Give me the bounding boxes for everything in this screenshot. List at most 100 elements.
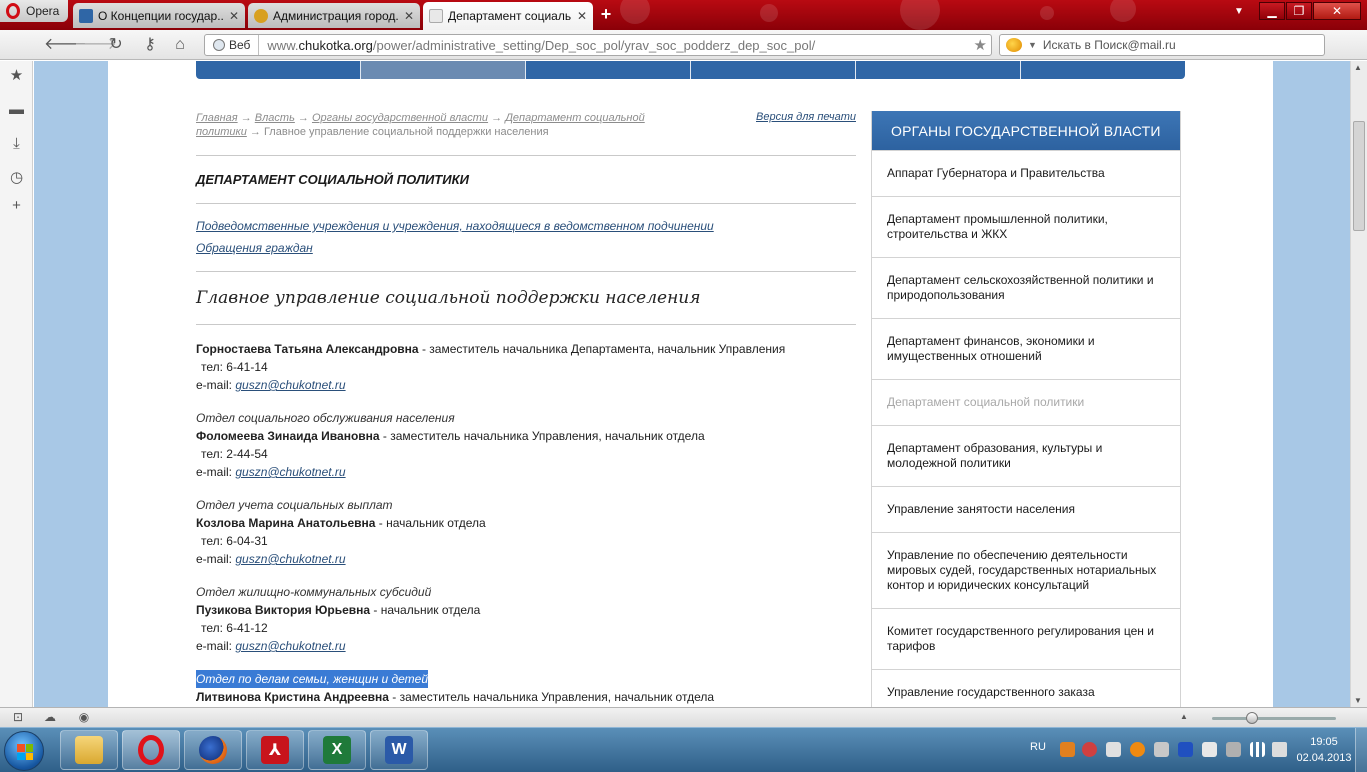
panel-toggle-icon[interactable]: ⊡ [10, 710, 26, 724]
action-center-flag-icon[interactable] [1202, 742, 1217, 757]
language-indicator[interactable]: RU [1030, 741, 1046, 753]
contact-email-link[interactable]: guszn@chukotnet.ru [235, 378, 345, 392]
add-panel-icon[interactable]: + [8, 197, 25, 214]
opera-menu-button[interactable]: Opera [0, 0, 68, 22]
sidebar-item[interactable]: Департамент финансов, экономики и имущес… [872, 318, 1180, 379]
safely-remove-icon[interactable] [1226, 742, 1241, 757]
breadcrumb-link[interactable]: Главная [196, 112, 238, 124]
scrollbar-thumb[interactable] [1353, 121, 1365, 231]
sidebar-item[interactable]: Департамент сельскохозяйственной политик… [872, 257, 1180, 318]
contact-name: Фоломеева Зинаида Ивановна [196, 429, 380, 443]
tab-favicon-icon [254, 8, 268, 23]
maximize-button[interactable]: ❐ [1286, 2, 1312, 20]
breadcrumb-separator: → [297, 112, 309, 124]
top-nav-item[interactable] [361, 61, 526, 79]
citizen-appeals-link[interactable]: Обращения граждан [196, 241, 313, 255]
tab-close-icon[interactable]: ✕ [577, 9, 587, 23]
site-info-badge[interactable]: Веб [205, 35, 260, 55]
sidebar-item[interactable]: Департамент образования, культуры и моло… [872, 425, 1180, 486]
history-clock-icon[interactable]: ◷ [8, 169, 25, 186]
top-nav-item[interactable] [856, 61, 1021, 79]
contact-phone: тел: 2-44-54 [201, 447, 268, 461]
search-input[interactable]: ▼ Искать в Поиск@mail.ru [999, 34, 1325, 56]
subordinate-institutions-link[interactable]: Подведомственные учреждения и учреждения… [196, 219, 714, 233]
taskbar-firefox-button[interactable] [184, 730, 242, 770]
top-nav-item[interactable] [1021, 61, 1185, 79]
clock[interactable]: 19:05 02.04.2013 [1294, 734, 1354, 766]
sidebar-item[interactable]: Управление по обеспечению деятельности м… [872, 532, 1180, 608]
department-unit-name-selected: Отдел по делам семьи, женщин и детей [196, 670, 429, 688]
taskbar-opera-button[interactable] [122, 730, 180, 770]
network-signal-icon[interactable] [1250, 742, 1265, 757]
taskbar-word-button[interactable]: W [370, 730, 428, 770]
sidebar-item[interactable]: Департамент промышленной политики, строи… [872, 196, 1180, 257]
turbo-icon[interactable]: ◉ [76, 710, 92, 724]
minimize-button[interactable]: ▁ [1259, 2, 1285, 20]
volume-icon[interactable] [1272, 742, 1287, 757]
downloads-icon[interactable]: ⤓ [8, 135, 25, 152]
divider [196, 271, 856, 272]
breadcrumb-link[interactable]: Органы государственной власти [312, 112, 488, 124]
close-window-button[interactable]: ✕ [1313, 2, 1361, 20]
opera-icon [138, 735, 164, 765]
start-button[interactable] [4, 731, 44, 771]
home-icon[interactable]: ⌂ [170, 36, 190, 54]
tray-app-icon[interactable] [1060, 742, 1075, 757]
top-nav-item[interactable] [196, 61, 361, 79]
opera-unite-cloud-icon[interactable]: ☁ [42, 710, 58, 724]
taskbar-explorer-button[interactable] [60, 730, 118, 770]
reload-icon[interactable]: ↻ [106, 36, 126, 54]
forward-icon[interactable]: 🡒 [74, 36, 117, 54]
acrobat-icon: ⅄ [261, 736, 289, 764]
bookmarks-star-icon[interactable]: ★ [8, 67, 25, 84]
sidebar-item[interactable]: Управление занятости населения [872, 486, 1180, 532]
vertical-scrollbar[interactable]: ▲ ▼ [1350, 61, 1367, 707]
address-bar[interactable]: Веб www.chukotka.org/power/administrativ… [204, 34, 992, 56]
tray-app-icon[interactable] [1082, 742, 1097, 757]
top-nav-item[interactable] [526, 61, 691, 79]
tray-app-icon[interactable] [1130, 742, 1145, 757]
site-info-label: Веб [229, 38, 251, 52]
tab-close-icon[interactable]: ✕ [229, 9, 239, 23]
show-desktop-button[interactable] [1355, 728, 1367, 772]
tray-app-icon[interactable] [1154, 742, 1169, 757]
divider [196, 155, 856, 156]
tab-list-chevron-icon[interactable]: ▼ [1234, 6, 1244, 17]
explorer-icon [75, 736, 103, 764]
tab-administration[interactable]: Администрация город... ✕ [248, 3, 420, 28]
scroll-up-icon[interactable]: ▲ [1180, 712, 1188, 721]
breadcrumb-current: Главное управление социальной поддержки … [263, 126, 549, 138]
sidebar-item[interactable]: Комитет государственного регулирования ц… [872, 608, 1180, 669]
zoom-slider-knob[interactable] [1246, 712, 1258, 724]
windows-taskbar: ⅄ X W RU 19:05 02.04.2013 [0, 727, 1367, 772]
search-engine-icon[interactable] [1006, 38, 1022, 52]
bluetooth-icon[interactable] [1178, 742, 1193, 757]
chevron-down-icon[interactable]: ▼ [1028, 40, 1037, 50]
print-version-link[interactable]: Версия для печати [756, 111, 856, 123]
tab-close-icon[interactable]: ✕ [404, 9, 414, 23]
tab-concept[interactable]: О Концепции государ... ✕ [73, 3, 245, 28]
tab-social-department[interactable]: Департамент социаль... ✕ [423, 2, 593, 30]
tray-app-icon[interactable] [1106, 742, 1121, 757]
scroll-down-icon[interactable]: ▼ [1354, 696, 1364, 705]
key-icon[interactable]: ⚷ [138, 36, 162, 54]
taskbar-acrobat-button[interactable]: ⅄ [246, 730, 304, 770]
sidebar-item[interactable]: Управление государственного заказа [872, 669, 1180, 707]
sidebar-item[interactable]: Аппарат Губернатора и Правительства [872, 150, 1180, 196]
contact-email-link[interactable]: guszn@chukotnet.ru [235, 639, 345, 653]
contact-email-link[interactable]: guszn@chukotnet.ru [235, 465, 345, 479]
top-nav-item[interactable] [691, 61, 856, 79]
contact-name: Литвинова Кристина Андреевна [196, 690, 389, 704]
scroll-up-icon[interactable]: ▲ [1354, 63, 1364, 72]
government-bodies-sidebar: ОРГАНЫ ГОСУДАРСТВЕННОЙ ВЛАСТИ Аппарат Гу… [871, 111, 1181, 707]
zoom-slider[interactable] [1212, 717, 1336, 720]
bookmark-star-icon[interactable]: ★ [974, 36, 987, 54]
breadcrumb-link[interactable]: Власть [255, 112, 295, 124]
new-tab-button[interactable]: + [596, 5, 616, 25]
department-unit-name: Отдел учета социальных выплат [196, 498, 393, 512]
back-icon[interactable]: 🡐 [44, 36, 87, 54]
taskbar-excel-button[interactable]: X [308, 730, 366, 770]
notes-icon[interactable]: ▬ [8, 101, 25, 118]
url-text[interactable]: www.chukotka.org/power/administrative_se… [259, 38, 815, 53]
contact-email-link[interactable]: guszn@chukotnet.ru [235, 552, 345, 566]
